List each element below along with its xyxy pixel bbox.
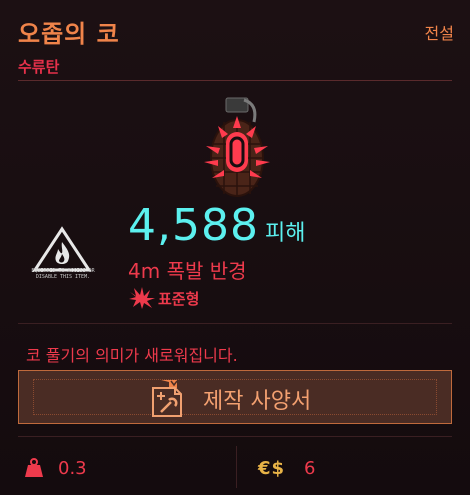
divider [18, 80, 452, 81]
grenade-image [204, 97, 270, 197]
weight-value: 0.3 [58, 458, 87, 479]
item-description: 코 풀기의 의미가 새로워집니다. [26, 346, 238, 365]
warning-caption: EQUIPPED TO ACCESS OR DISABLE THIS ITEM. [31, 268, 95, 280]
rarity-label: 전설 [424, 24, 454, 43]
damage-label: 피해 [264, 221, 306, 246]
damage-stat: 4,588 피해 [128, 200, 305, 251]
divider [18, 436, 452, 437]
blueprint-icon [152, 380, 182, 417]
eddies-currency-icon: €$ [258, 458, 286, 479]
item-tooltip-card: 오좁의 코 전설 수류탄 EQUIPPED TO ACCESS OR DISAB… [0, 0, 470, 495]
type-label: 표준형 [158, 289, 200, 308]
price-value: 6 [304, 458, 316, 479]
grenade-type: 표준형 [128, 286, 199, 310]
crafting-spec-button[interactable]: 제작 사양서 [18, 370, 452, 424]
damage-value: 4,588 [128, 200, 259, 251]
explosion-type-icon [129, 287, 155, 309]
item-title: 오좁의 코 [18, 20, 120, 48]
footer-divider [236, 446, 237, 488]
weight-icon [25, 458, 43, 477]
divider [18, 323, 452, 324]
blast-radius: 4m 폭발 반경 [128, 259, 247, 283]
crafting-spec-label: 제작 사양서 [203, 389, 312, 414]
item-category: 수류탄 [18, 58, 60, 76]
